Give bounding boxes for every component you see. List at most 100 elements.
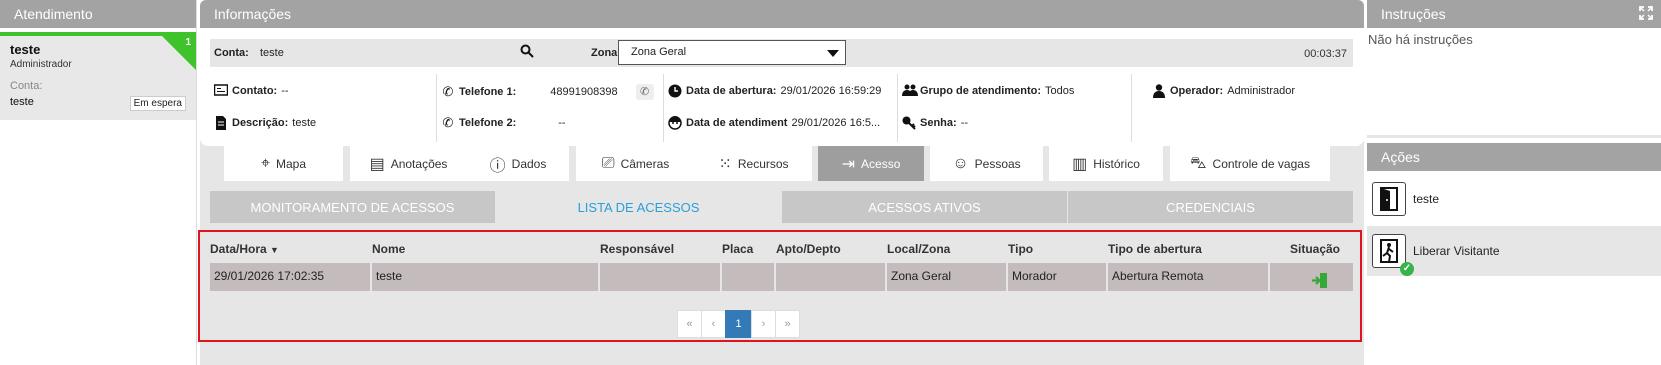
sort-desc-icon: ▼: [270, 245, 279, 255]
clock-icon: [668, 84, 682, 98]
card-conta-label: Conta:: [10, 80, 43, 92]
info-grid: Contato: -- Descrição: teste ✆ Telefone …: [210, 74, 1353, 142]
info-col-datas: Data de abertura: 29/01/2026 16:59:29 Da…: [663, 74, 896, 142]
pager-page-1[interactable]: 1: [725, 310, 752, 338]
tab-historico[interactable]: ▥ Histórico: [1049, 146, 1163, 181]
subtab-monitoramento[interactable]: MONITORAMENTO DE ACESSOS: [210, 191, 495, 223]
cell-placa: [722, 263, 776, 291]
document-icon: ▥: [1072, 155, 1088, 173]
search-icon[interactable]: [520, 44, 534, 61]
tab-label: Anotações: [390, 156, 448, 171]
expand-icon[interactable]: [1639, 6, 1653, 23]
senha-value: --: [960, 117, 969, 129]
access-arrow-icon: ⇥: [841, 155, 856, 173]
person-icon: ☺: [952, 154, 969, 172]
operador-label: Operador:: [1170, 85, 1224, 97]
elapsed-timer: 00:03:37: [1304, 48, 1347, 60]
chevron-down-icon: [827, 50, 839, 57]
check-icon: ✓: [1400, 262, 1414, 276]
status-badge: Em espera: [129, 96, 186, 111]
acao-teste[interactable]: teste: [1367, 174, 1661, 224]
acao-liberar-visitante[interactable]: ✓ Liberar Visitante: [1367, 226, 1661, 276]
grupo-label: Grupo de atendimento:: [920, 85, 1041, 97]
phone-icon: ✆: [442, 115, 454, 130]
main-panel: Informações Conta: teste Zona: Zona Gera…: [198, 0, 1364, 365]
data-abertura-value: 29/01/2026 16:59:29: [780, 85, 882, 97]
tab-label: Dados: [511, 156, 547, 171]
door-icon: [1372, 182, 1406, 216]
col-tipo[interactable]: Tipo: [1008, 242, 1033, 256]
col-responsavel[interactable]: Responsável: [600, 242, 674, 256]
tab-controle-vagas[interactable]: ⛍ Controle de vagas: [1170, 146, 1330, 181]
data-atendimento-label: Data de atendiment: [686, 117, 788, 129]
contact-card-icon: [213, 84, 229, 98]
pagination: « ‹ 1 › »: [677, 310, 800, 338]
tab-label: Mapa: [275, 156, 307, 171]
instrucoes-panel: Instruções Não há instruções: [1367, 0, 1661, 138]
tab-label: Histórico: [1093, 156, 1140, 171]
info-icon: ⓘ: [489, 157, 506, 175]
cell-data-hora: 29/01/2026 17:02:35: [210, 263, 372, 291]
header-label: Data/Hora: [210, 242, 267, 256]
tab-pessoas[interactable]: ☺ Pessoas: [930, 146, 1043, 181]
card-role: Administrador: [10, 59, 72, 70]
pager-prev[interactable]: ‹: [701, 310, 726, 338]
data-atendimento-value: 29/01/2026 16:5...: [791, 117, 881, 129]
pager-first[interactable]: «: [677, 310, 702, 338]
tab-anotacoes[interactable]: ▤ Anotações: [350, 146, 467, 181]
col-placa[interactable]: Placa: [722, 242, 753, 256]
map-pin-icon: ⌖: [260, 154, 270, 172]
conta-value: teste: [260, 47, 284, 59]
table-header: Data/Hora ▼ Nome Responsável Placa Apto/…: [210, 240, 1353, 260]
table-row[interactable]: 29/01/2026 17:02:35 teste Zona Geral Mor…: [210, 263, 1353, 291]
cell-apto-depto: [776, 263, 887, 291]
zona-selected-value: Zona Geral: [631, 46, 687, 58]
operator-face-icon: [668, 116, 682, 130]
subtab-acessos-ativos[interactable]: ACESSOS ATIVOS: [782, 191, 1067, 223]
zona-select[interactable]: Zona Geral: [618, 40, 846, 65]
door-exit-check-icon: ✓: [1372, 234, 1414, 276]
data-abertura-label: Data de abertura:: [686, 85, 777, 97]
acao-label: teste: [1413, 192, 1440, 206]
tab-mapa[interactable]: ⌖ Mapa: [224, 146, 343, 181]
contato-value: --: [281, 85, 289, 97]
call-phone-icon[interactable]: ✆: [635, 84, 654, 100]
senha-label: Senha:: [920, 117, 957, 129]
tab-label: Acesso: [861, 156, 901, 171]
atendimento-panel: Atendimento 1 teste Administrador Conta:…: [0, 0, 197, 365]
tab-acesso[interactable]: ⇥ Acesso: [818, 146, 924, 181]
telefone1-label: Telefone 1:: [459, 86, 517, 98]
atendimento-card[interactable]: 1 teste Administrador Conta: teste Em es…: [0, 32, 196, 120]
col-situacao[interactable]: Situação: [1290, 242, 1340, 256]
conta-bar: Conta: teste Zona: Zona Geral 00:03:37: [210, 39, 1353, 67]
info-col-operador: Operador: Administrador: [1131, 74, 1353, 142]
col-tipo-abertura[interactable]: Tipo de abertura: [1108, 242, 1202, 256]
zona-label: Zona:: [591, 47, 621, 59]
descricao-label: Descrição:: [232, 117, 289, 129]
col-nome[interactable]: Nome: [372, 242, 405, 256]
acoes-title: Ações: [1367, 143, 1661, 171]
conta-label: Conta:: [214, 47, 249, 59]
pager-last[interactable]: »: [775, 310, 800, 338]
cell-tipo: Morador: [1008, 263, 1108, 291]
col-local-zona[interactable]: Local/Zona: [887, 242, 950, 256]
info-col-contato: Contato: -- Descrição: teste: [210, 74, 435, 142]
group-icon: [902, 84, 918, 98]
tab-label: Controle de vagas: [1212, 156, 1310, 171]
info-panel: Informações Conta: teste Zona: Zona Gera…: [200, 0, 1364, 146]
col-apto-depto[interactable]: Apto/Depto: [776, 242, 841, 256]
grid-dots-icon: ⁙: [718, 155, 732, 173]
card-name: teste: [10, 42, 41, 57]
user-icon: [1152, 84, 1166, 98]
side-panel: Instruções Não há instruções Ações teste…: [1367, 0, 1661, 365]
subtab-lista-acessos[interactable]: LISTA DE ACESSOS: [496, 191, 781, 223]
pager-next[interactable]: ›: [751, 310, 776, 338]
tab-recursos[interactable]: ⁙ Recursos: [695, 146, 812, 181]
tab-dados[interactable]: ⓘ Dados: [467, 146, 569, 181]
tab-cameras[interactable]: ⎚ Câmeras: [576, 146, 695, 181]
telefone2-label: Telefone 2:: [459, 117, 517, 129]
cell-situacao: [1270, 263, 1353, 291]
subtab-credenciais[interactable]: CREDENCIAIS: [1068, 191, 1353, 223]
tab-label: Recursos: [737, 156, 789, 171]
col-data-hora[interactable]: Data/Hora ▼: [210, 242, 279, 256]
